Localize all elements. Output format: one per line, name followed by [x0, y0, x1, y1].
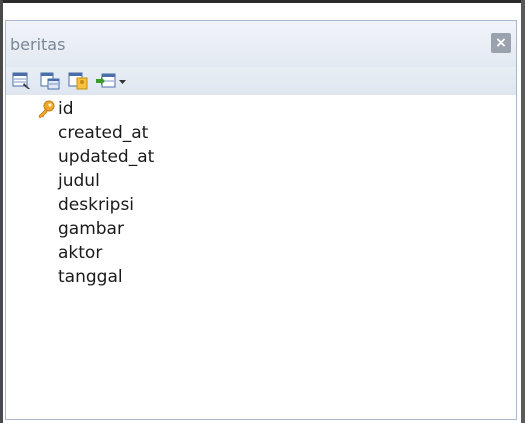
insert-field-icon[interactable]: [96, 72, 128, 90]
table-panel: beritas × id created_at updated_at judul…: [5, 20, 517, 420]
panel-toolbar: [6, 67, 516, 95]
field-name: updated_at: [58, 147, 155, 167]
key-properties-icon[interactable]: [68, 72, 88, 90]
field-item-gambar[interactable]: gambar: [6, 217, 516, 241]
field-item-tanggal[interactable]: tanggal: [6, 265, 516, 289]
field-name: tanggal: [58, 267, 123, 287]
table-data-icon[interactable]: [40, 72, 60, 90]
panel-titlebar[interactable]: beritas ×: [6, 21, 516, 67]
close-button[interactable]: ×: [491, 33, 511, 53]
window-left-edge: [0, 0, 3, 423]
field-item-deskripsi[interactable]: deskripsi: [6, 193, 516, 217]
app-frame: beritas × id created_at updated_at judul…: [0, 0, 525, 423]
window-right-edge: [521, 0, 525, 423]
field-item-updated-at[interactable]: updated_at: [6, 145, 516, 169]
table-title: beritas: [10, 35, 66, 54]
field-name: gambar: [58, 219, 124, 239]
field-item-aktor[interactable]: aktor: [6, 241, 516, 265]
field-name: id: [58, 99, 74, 119]
field-name: aktor: [58, 243, 103, 263]
field-name: judul: [58, 171, 100, 191]
field-name: created_at: [58, 123, 149, 143]
field-list: id created_at updated_at judul deskripsi…: [6, 97, 516, 289]
close-icon: ×: [495, 35, 507, 51]
field-item-created-at[interactable]: created_at: [6, 121, 516, 145]
primary-key-icon: [36, 100, 56, 120]
field-name: deskripsi: [58, 195, 135, 215]
field-item-id[interactable]: id: [6, 97, 516, 121]
field-item-judul[interactable]: judul: [6, 169, 516, 193]
window-top-edge: [0, 0, 525, 3]
table-properties-icon[interactable]: [12, 72, 32, 90]
chevron-down-icon: [119, 80, 126, 84]
